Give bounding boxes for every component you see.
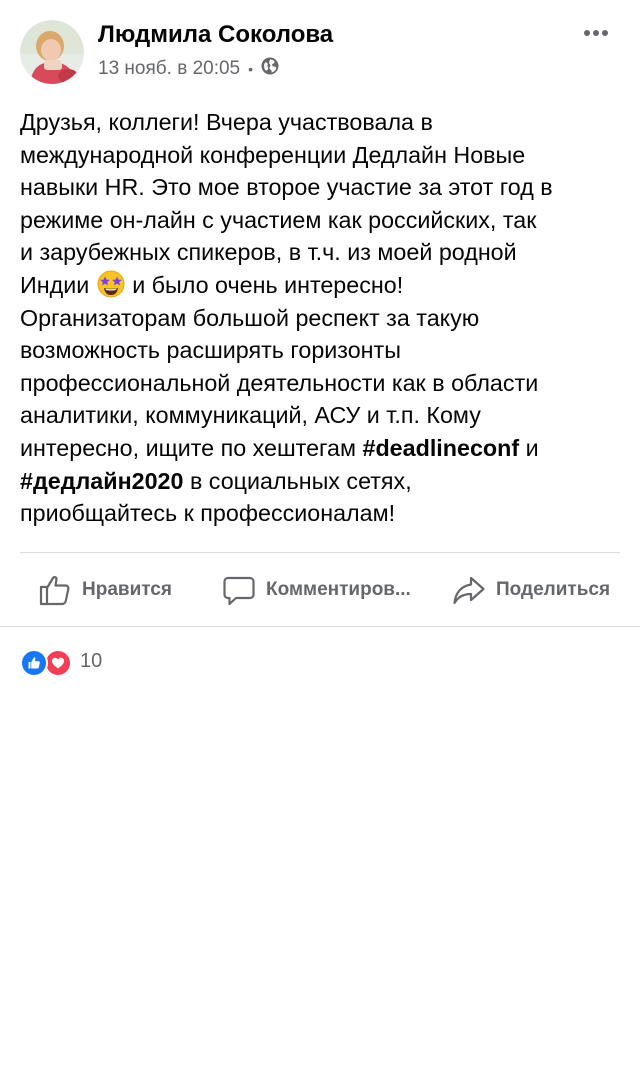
avatar-photo: [20, 20, 84, 84]
more-options-button[interactable]: [574, 18, 618, 48]
share-button[interactable]: Поделиться: [452, 564, 610, 616]
action-bar: Нравится Комментиров... Поделиться: [20, 560, 620, 620]
divider: [0, 626, 640, 627]
share-label: Поделиться: [496, 579, 611, 600]
post-date[interactable]: 13 нояб. в 20:05: [98, 58, 240, 80]
post-meta: 13 нояб. в 20:05 •: [98, 56, 279, 82]
thumbs-up-icon: [39, 576, 70, 606]
divider: [20, 552, 620, 553]
like-label: Нравится: [82, 579, 172, 600]
love-reaction-icon: [44, 649, 72, 677]
comment-button[interactable]: Комментиров...: [222, 564, 411, 616]
post-header: Людмила Соколова 13 нояб. в 20:05 •: [0, 0, 640, 100]
post-text: Друзья, коллеги! Вчера участвовала в меж…: [20, 106, 622, 530]
like-reaction-icon: [20, 649, 48, 677]
comment-icon: [223, 576, 255, 606]
reaction-count: 10: [80, 649, 103, 672]
author-avatar[interactable]: [20, 20, 84, 84]
author-name[interactable]: Людмила Соколова: [98, 20, 333, 50]
reactions-summary[interactable]: 10: [20, 646, 103, 677]
hashtag-link[interactable]: #дедлайн2020: [20, 468, 183, 494]
post-text-part: и: [525, 434, 539, 461]
globe-icon: [261, 57, 279, 81]
hashtag-link[interactable]: #deadlineconf: [362, 435, 519, 461]
like-button[interactable]: Нравится: [38, 564, 172, 616]
comment-label: Комментиров...: [266, 579, 411, 600]
reaction-icons: [20, 647, 74, 677]
star-struck-emoji: [96, 269, 126, 299]
meta-separator: •: [248, 61, 254, 77]
post-card: Людмила Соколова 13 нояб. в 20:05 • Друз…: [0, 0, 640, 1080]
more-horizontal-icon: [584, 30, 608, 36]
share-arrow-icon: [453, 576, 485, 605]
post-text-part: и было очень интересно! Организаторам бо…: [20, 271, 539, 461]
